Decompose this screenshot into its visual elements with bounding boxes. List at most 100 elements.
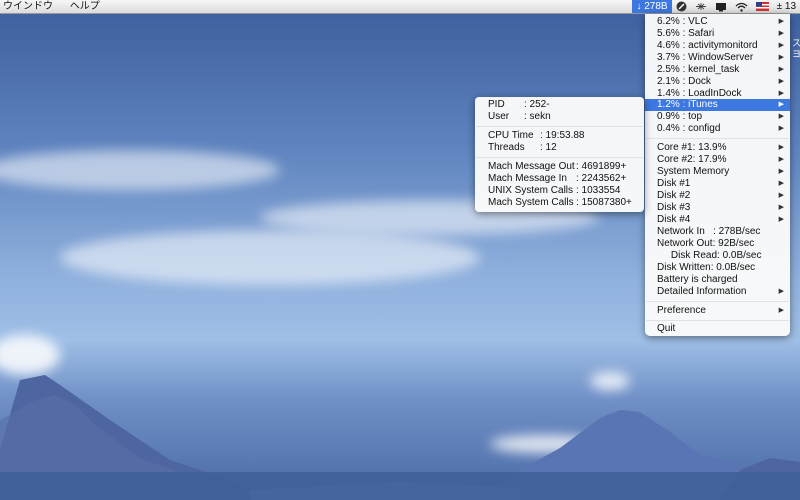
process-label: 5.6% : Safari <box>657 28 715 39</box>
mach-msg-out-row: Mach Message Out: 4691899+ <box>488 161 626 173</box>
cpu-time-value: : 19:53.88 <box>540 130 585 141</box>
mach-msg-out-value: : 4691899+ <box>576 161 627 172</box>
menu-separator <box>646 138 789 139</box>
process-item-itunes[interactable]: 1.2% : iTunes ▶ <box>645 99 790 111</box>
user-value: : sekn <box>524 111 551 122</box>
activity-dropdown-menu: 6.2% : VLC ▶ 5.6% : Safari ▶ 4.6% : activi… <box>645 14 790 336</box>
system-memory-label: System Memory <box>657 166 730 177</box>
quit-label: Quit <box>657 323 676 334</box>
mach-syscalls-value: : 15087380+ <box>576 197 632 208</box>
disk-read-item: Disk Read: 0.0B/sec <box>645 250 790 262</box>
battery-label: Battery is charged <box>657 274 738 285</box>
submenu-arrow-icon: ▶ <box>778 78 784 85</box>
submenu-arrow-icon: ▶ <box>778 30 784 37</box>
core2-label: Core #2: 17.9% <box>657 154 727 165</box>
disk-written-label: Disk Written: 0.0B/sec <box>657 262 756 273</box>
display-icon[interactable] <box>711 0 731 13</box>
bluetooth-icon[interactable] <box>691 0 711 13</box>
network-status-item[interactable]: ↓ 278B <box>632 0 672 13</box>
user-row: User: sekn <box>488 111 551 123</box>
submenu-arrow-icon: ▶ <box>778 113 784 120</box>
threads-value: : 12 <box>540 142 557 153</box>
flag-icon[interactable] <box>752 0 773 13</box>
submenu-arrow-icon: ▶ <box>778 192 784 199</box>
detailed-information-item[interactable]: Detailed Information ▶ <box>645 286 790 298</box>
unix-syscalls-label: UNIX System Calls <box>488 185 574 196</box>
menu-help[interactable]: ヘルプ <box>70 1 100 12</box>
process-item-kernel-task[interactable]: 2.5% : kernel_task ▶ <box>645 64 790 76</box>
network-in-label: Network In : 278B/sec <box>657 226 761 237</box>
mach-msg-in-label: Mach Message In <box>488 173 567 184</box>
mach-syscalls-row: Mach System Calls: 15087380+ <box>488 197 632 209</box>
submenu-arrow-icon: ▶ <box>778 66 784 73</box>
disk3-label: Disk #3 <box>657 202 691 213</box>
pid-row: PID : 252- <box>488 99 550 111</box>
submenu-separator <box>476 126 643 127</box>
cpu-time-label: CPU Time <box>488 130 534 141</box>
disk2-item[interactable]: Disk #2 ▶ <box>645 190 790 202</box>
threads-label: Threads <box>488 142 525 153</box>
pid-value: : 252- <box>524 99 550 110</box>
submenu-arrow-icon: ▶ <box>778 125 784 132</box>
process-item-top[interactable]: 0.9% : top ▶ <box>645 111 790 123</box>
menu-separator <box>646 301 789 302</box>
system-memory-item[interactable]: System Memory ▶ <box>645 166 790 178</box>
process-item-configd[interactable]: 0.4% : configd ▶ <box>645 123 790 135</box>
desktop-icon-label: ス ヨ <box>792 38 800 59</box>
disk2-label: Disk #2 <box>657 190 691 201</box>
core1-label: Core #1: 13.9% <box>657 142 727 153</box>
process-item-safari[interactable]: 5.6% : Safari ▶ <box>645 28 790 40</box>
mach-msg-out-label: Mach Message Out <box>488 161 575 172</box>
unix-syscalls-row: UNIX System Calls: 1033554 <box>488 185 621 197</box>
core2-item[interactable]: Core #2: 17.9% ▶ <box>645 154 790 166</box>
submenu-arrow-icon: ▶ <box>778 42 784 49</box>
network-out-item: Network Out: 92B/sec <box>645 238 790 250</box>
submenu-arrow-icon: ▶ <box>778 307 784 314</box>
submenu-arrow-icon: ▶ <box>778 288 784 295</box>
menu-window[interactable]: ウインドウ <box>3 1 53 12</box>
menu-bar: ウインドウ ヘルプ ↓ 278B ± 13 <box>0 0 800 14</box>
wifi-icon[interactable] <box>731 0 752 13</box>
process-label: 0.9% : top <box>657 111 703 122</box>
process-label: 2.1% : Dock <box>657 76 711 87</box>
preference-item[interactable]: Preference ▶ <box>645 305 790 317</box>
process-item-dock[interactable]: 2.1% : Dock ▶ <box>645 76 790 88</box>
preference-label: Preference <box>657 305 706 316</box>
compass-icon[interactable] <box>672 0 691 13</box>
network-in-item: Network In : 278B/sec <box>645 226 790 238</box>
disk1-item[interactable]: Disk #1 ▶ <box>645 178 790 190</box>
process-item-activitymonitord[interactable]: 4.6% : activitymonitord ▶ <box>645 40 790 52</box>
submenu-arrow-icon: ▶ <box>778 168 784 175</box>
pid-label: PID <box>488 99 505 110</box>
process-label: 1.2% : iTunes <box>657 99 718 110</box>
submenu-arrow-icon: ▶ <box>778 144 784 151</box>
detailed-information-label: Detailed Information <box>657 286 747 297</box>
submenu-arrow-icon: ▶ <box>778 204 784 211</box>
process-label: 3.7% : WindowServer <box>657 52 754 63</box>
process-detail-submenu: PID: 252- User: sekn CPU Time: 19:53.88 … <box>475 97 644 212</box>
threads-row: Threads : 12 <box>488 142 557 154</box>
network-out-label: Network Out: 92B/sec <box>657 238 755 249</box>
submenu-arrow-icon: ▶ <box>778 156 784 163</box>
menu-separator <box>646 320 789 321</box>
clock[interactable]: ± 13 <box>773 0 800 13</box>
submenu-arrow-icon: ▶ <box>778 54 784 61</box>
disk4-label: Disk #4 <box>657 214 691 225</box>
disk4-item[interactable]: Disk #4 ▶ <box>645 214 790 226</box>
submenu-separator <box>476 157 643 158</box>
disk3-item[interactable]: Disk #3 ▶ <box>645 202 790 214</box>
core1-item[interactable]: Core #1: 13.9% ▶ <box>645 142 790 154</box>
mach-msg-in-row: Mach Message In: 2243562+ <box>488 173 626 185</box>
battery-item: Battery is charged <box>645 274 790 286</box>
process-item-vlc[interactable]: 6.2% : VLC ▶ <box>645 16 790 28</box>
submenu-arrow-icon: ▶ <box>778 18 784 25</box>
disk-written-item: Disk Written: 0.0B/sec <box>645 262 790 274</box>
process-label: 4.6% : activitymonitord <box>657 40 758 51</box>
process-label: 6.2% : VLC <box>657 16 708 27</box>
lake <box>0 472 800 500</box>
quit-item[interactable]: Quit <box>645 323 790 335</box>
submenu-arrow-icon: ▶ <box>778 180 784 187</box>
process-label: 0.4% : configd <box>657 123 721 134</box>
mach-syscalls-label: Mach System Calls <box>488 197 574 208</box>
process-item-windowserver[interactable]: 3.7% : WindowServer ▶ <box>645 52 790 64</box>
